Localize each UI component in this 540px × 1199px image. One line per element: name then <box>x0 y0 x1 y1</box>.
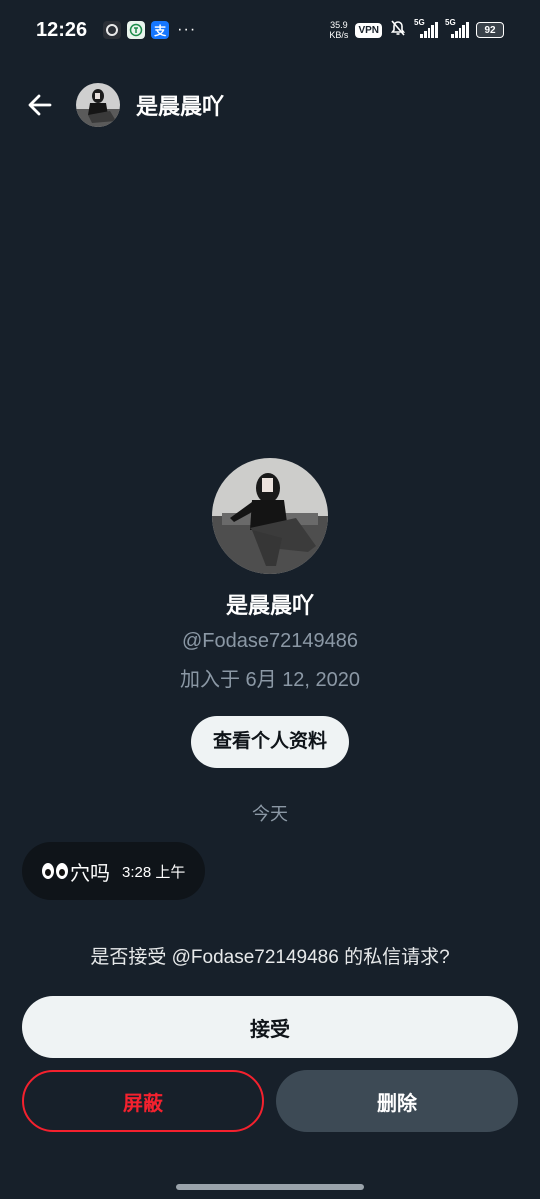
block-button[interactable]: 屏蔽 <box>22 1070 264 1132</box>
more-notifications-icon: ··· <box>177 21 197 38</box>
arrow-left-icon <box>28 94 52 116</box>
conversation-header: 是晨晨吖 <box>0 70 540 140</box>
view-profile-button[interactable]: 查看个人资料 <box>190 716 349 768</box>
profile-avatar[interactable] <box>212 458 328 574</box>
home-indicator[interactable] <box>176 1184 364 1190</box>
signal-icon-1: 5G <box>414 18 438 38</box>
camera-app-icon <box>103 21 122 39</box>
delete-button[interactable]: 删除 <box>276 1070 518 1132</box>
message-request-prompt: 是否接受 @Fodase72149486 的私信请求? <box>90 947 450 968</box>
net-speed: 35.9 KB/s <box>329 20 349 40</box>
message-bubble[interactable]: 穴吗 3:28 上午 <box>22 842 206 900</box>
profile-name: 是晨晨吖 <box>225 593 314 618</box>
back-button[interactable] <box>20 85 60 125</box>
header-avatar[interactable] <box>76 83 120 127</box>
vpn-badge: VPN <box>355 22 382 38</box>
status-time: 12:26 <box>36 18 88 41</box>
green-app-icon <box>127 21 146 39</box>
accept-button[interactable]: 接受 <box>22 996 518 1058</box>
header-title: 是晨晨吖 <box>136 94 225 119</box>
profile-summary: 是晨晨吖 @Fodase72149486 加入于 6月 12, 2020 查看个… <box>0 458 540 768</box>
message-time: 3:28 上午 <box>122 863 186 881</box>
profile-joined-date: 加入于 6月 12, 2020 <box>179 669 361 691</box>
battery-icon: 92 <box>476 22 504 38</box>
eyes-emoji-icon <box>42 863 68 879</box>
message-text: 穴吗 <box>70 862 110 885</box>
signal-icon-2: 5G <box>445 18 469 38</box>
status-bar: 12:26 支 ··· 35.9 KB/s VPN 5G 5G 92 <box>0 0 540 60</box>
date-divider: 今天 <box>252 804 288 824</box>
mute-icon <box>389 19 407 42</box>
profile-handle: @Fodase72149486 <box>182 630 358 652</box>
alipay-icon: 支 <box>151 21 170 39</box>
